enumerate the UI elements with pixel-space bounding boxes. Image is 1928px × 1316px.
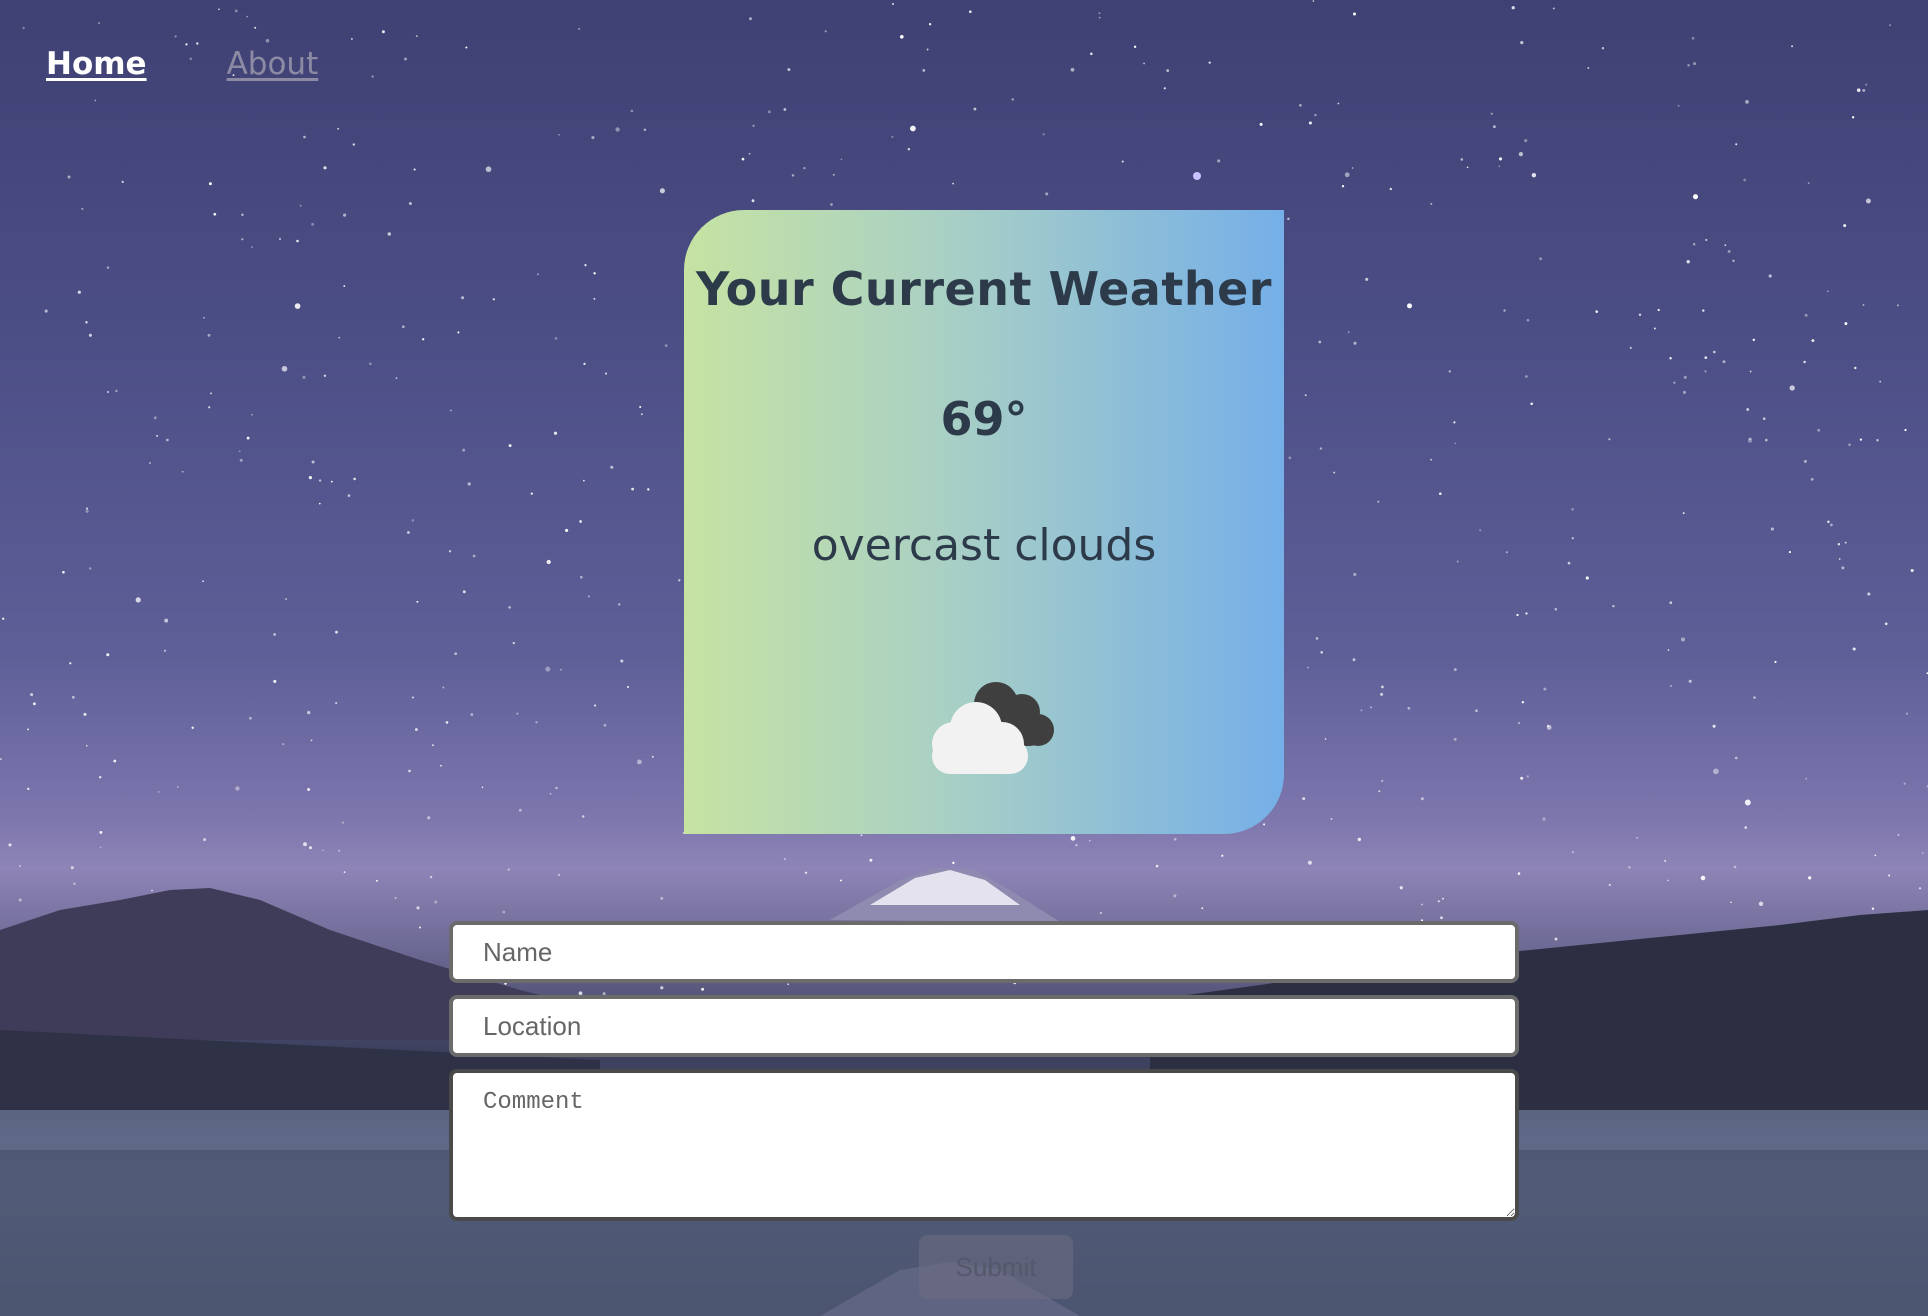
top-nav: Home About	[46, 46, 318, 82]
weather-card: Your Current Weather 69° overcast clouds	[684, 210, 1284, 834]
nav-home-link[interactable]: Home	[46, 46, 147, 82]
weather-card-title: Your Current Weather	[696, 262, 1272, 316]
location-input[interactable]	[449, 995, 1519, 1057]
name-input[interactable]	[449, 921, 1519, 983]
feedback-form: Submit	[449, 921, 1519, 1299]
overcast-clouds-icon	[914, 670, 1064, 780]
submit-button[interactable]: Submit	[919, 1235, 1073, 1299]
nav-about-link[interactable]: About	[227, 46, 319, 82]
comment-textarea[interactable]	[449, 1069, 1519, 1221]
weather-description: overcast clouds	[811, 520, 1157, 571]
temperature-value: 69°	[940, 392, 1028, 446]
